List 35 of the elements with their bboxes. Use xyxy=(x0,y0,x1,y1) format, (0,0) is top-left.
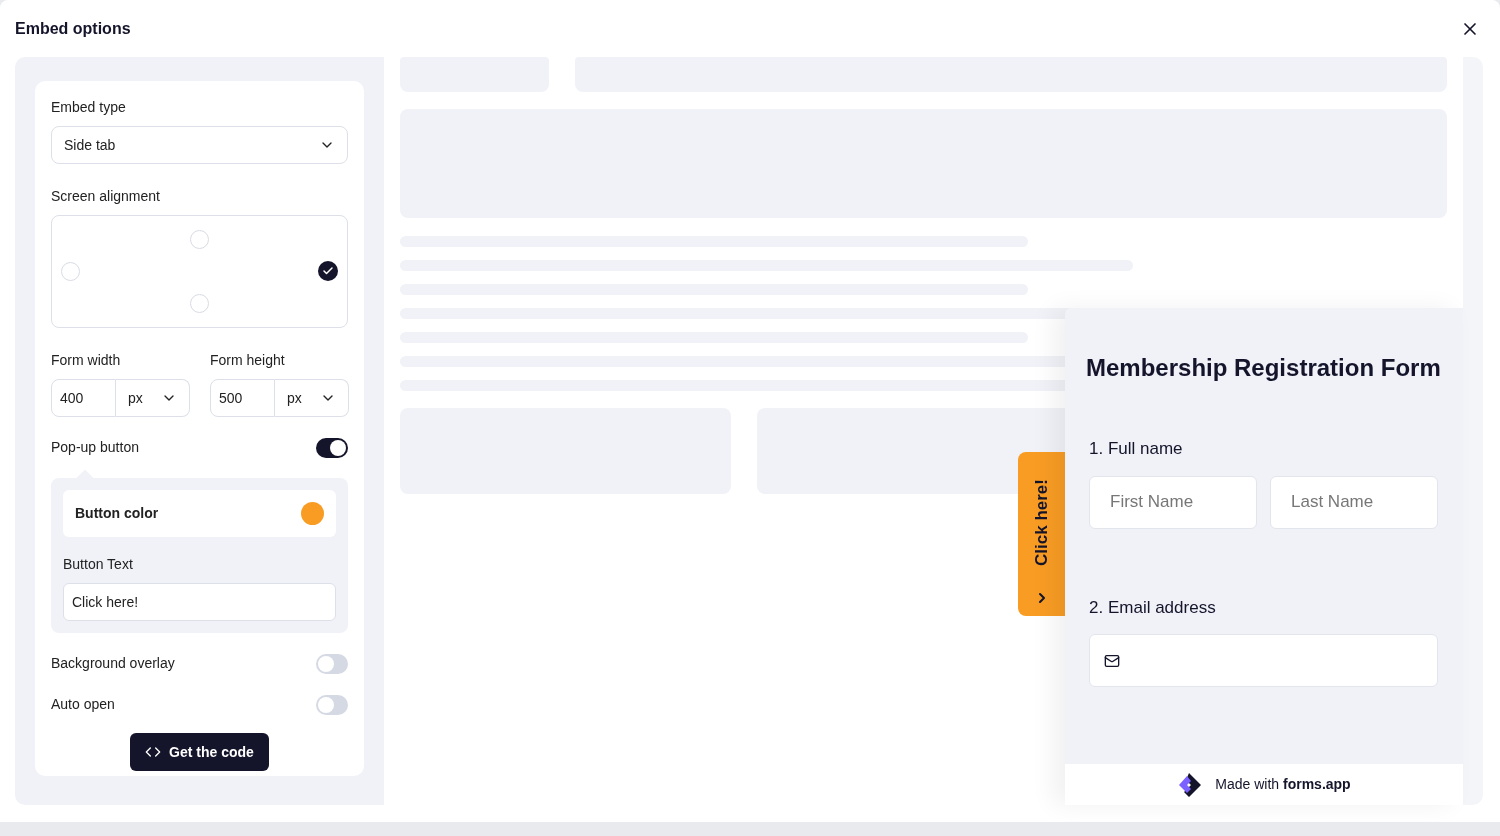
toggle-switch[interactable] xyxy=(316,437,348,458)
name-input[interactable]: First Name xyxy=(1089,475,1257,529)
toggle-switch[interactable] xyxy=(316,694,348,715)
radio-button[interactable] xyxy=(190,230,209,250)
unit-dropdown[interactable]: px xyxy=(116,379,190,417)
get-code-button[interactable]: Get the code xyxy=(130,733,269,771)
field-label: Form height xyxy=(210,351,286,370)
question-label: 2. Email address xyxy=(1089,596,1217,619)
toggle-label: Pop-up button xyxy=(51,438,139,457)
toggle-switch[interactable] xyxy=(316,653,348,674)
form-title: Membership Registration Form xyxy=(1086,353,1442,383)
name-input[interactable]: Last Name xyxy=(1270,475,1438,529)
code-icon xyxy=(145,744,162,760)
unit-dropdown[interactable]: px xyxy=(275,379,349,417)
branding-text: Made with forms.app xyxy=(1215,775,1351,794)
size-input[interactable]: 500 xyxy=(210,379,275,417)
field-label: Button color xyxy=(75,504,159,523)
question-label: 1. Full name xyxy=(1089,438,1184,460)
radio-button[interactable] xyxy=(61,262,80,281)
radio-button[interactable] xyxy=(318,261,338,282)
field-label: Screen alignment xyxy=(51,187,161,206)
radio-button[interactable] xyxy=(190,293,209,313)
color-swatch[interactable] xyxy=(301,502,324,525)
field-label: Embed type xyxy=(51,98,127,117)
embed-type-dropdown[interactable]: Side tab xyxy=(51,126,348,164)
email-input[interactable] xyxy=(1089,634,1438,687)
toggle-label: Background overlay xyxy=(51,654,175,673)
field-label: Button Text xyxy=(63,555,134,574)
toggle-label: Auto open xyxy=(51,695,115,714)
field-label: Form width xyxy=(51,351,122,370)
mail-icon xyxy=(1104,652,1120,669)
side-tab-button[interactable]: Click here! xyxy=(1018,452,1065,616)
size-input[interactable]: 400 xyxy=(51,379,116,417)
button-text-input[interactable]: Click here! xyxy=(63,583,336,621)
dialog-title: Embed options xyxy=(15,18,131,39)
